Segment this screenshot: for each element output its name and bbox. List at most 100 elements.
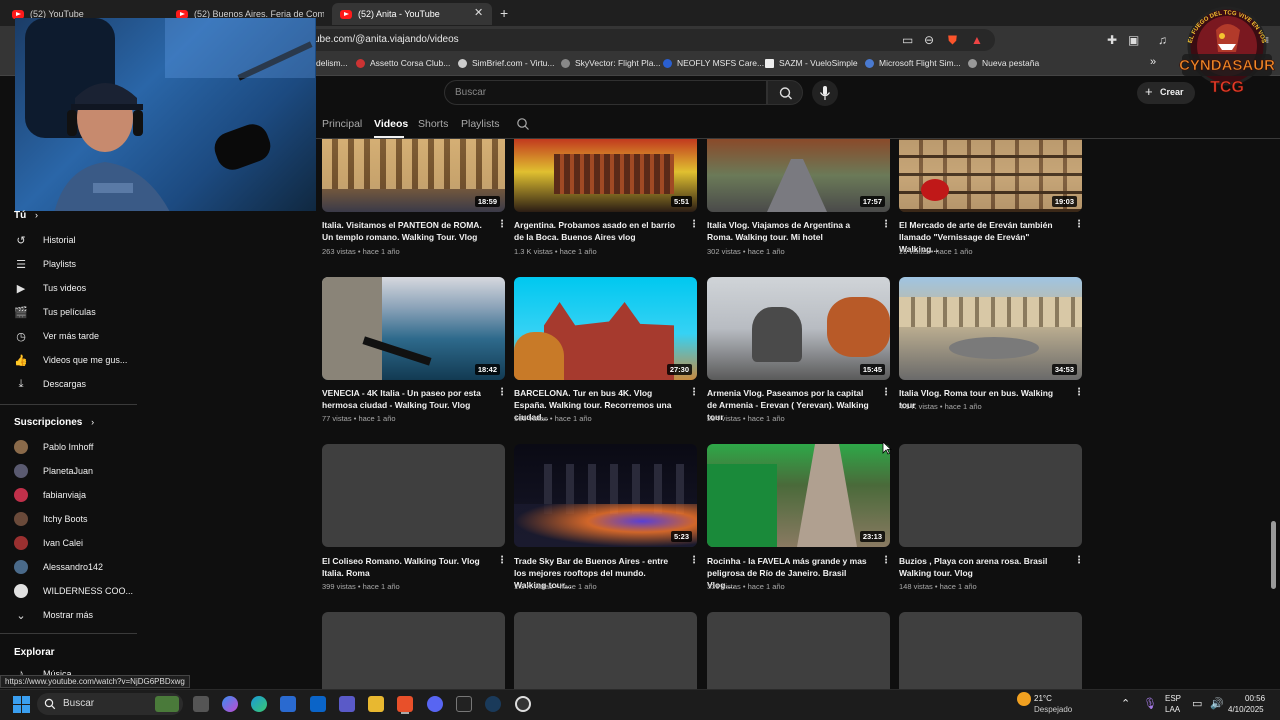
bookmark-item[interactable]: delism... [316,58,348,68]
video-thumbnail[interactable]: 5:23 [514,444,697,547]
close-tab-icon[interactable]: ✕ [474,6,483,19]
show-more-button[interactable]: ⌄ Mostrar más [14,606,93,624]
video-title[interactable]: VENECIA - 4K Italia - Un paseo por esta … [322,387,487,411]
bookmark-item[interactable]: SAZM - VueloSimple [765,58,858,68]
voice-search-button[interactable] [812,80,838,106]
video-thumbnail[interactable]: 18:59 [322,139,505,212]
sidebar-item-playlists[interactable]: ☰ Playlists [14,255,76,273]
video-thumbnail[interactable]: 27:30 [514,277,697,380]
page-scrollbar[interactable] [1270,139,1276,688]
video-thumbnail-placeholder[interactable] [322,612,505,689]
new-tab-button[interactable]: + [500,5,508,21]
video-thumbnail[interactable]: 5:51 [514,139,697,212]
video-title[interactable]: Buzios , Playa con arena rosa. Brasil Wa… [899,555,1064,579]
install-app-icon[interactable]: ▭ [902,33,913,47]
more-options-icon[interactable]: ⋮ [497,219,507,230]
bookmarks-overflow-icon[interactable]: » [1150,56,1156,68]
task-view-icon[interactable] [193,696,209,712]
sidebar-item-ver-mas-tarde[interactable]: ◷ Ver más tarde [14,327,99,345]
sidebar-item-tus-peliculas[interactable]: 🎬 Tus películas [14,303,96,321]
subscription-item[interactable]: Alessandro142 [14,558,103,576]
bookmark-item[interactable]: NEOFLY MSFS Care... [663,58,764,68]
steam-icon[interactable] [485,696,501,712]
subscription-item[interactable]: PlanetaJuan [14,462,93,480]
obs-icon[interactable] [515,696,531,712]
browser-tab-anita[interactable]: (52) Anita - YouTube [332,3,492,25]
brave-rewards-icon[interactable]: ▲ [971,33,983,47]
video-thumbnail-placeholder[interactable] [899,612,1082,689]
bookmark-item[interactable]: SkyVector: Flight Pla... [561,58,661,68]
volume-icon[interactable]: 🔊 [1210,697,1224,710]
bookmark-item[interactable]: Microsoft Flight Sim... [865,58,961,68]
language-top[interactable]: ESP [1165,694,1181,703]
more-options-icon[interactable]: ⋮ [1074,387,1084,398]
sidebar-item-liked-videos[interactable]: 👍 Videos que me gus... [14,351,127,369]
scrollbar-thumb[interactable] [1271,521,1276,589]
sidebar-toggle-icon[interactable]: ▣ [1128,33,1139,47]
sidebar-item-tus-videos[interactable]: ▶ Tus videos [14,279,86,297]
bookmark-item[interactable]: Nueva pestaña [968,58,1039,68]
video-thumbnail[interactable]: 19:03 [899,139,1082,212]
more-options-icon[interactable]: ⋮ [689,219,699,230]
more-options-icon[interactable]: ⋮ [689,387,699,398]
video-thumbnail-placeholder[interactable] [707,612,890,689]
discord-icon[interactable] [427,696,443,712]
video-thumbnail-placeholder[interactable] [899,444,1082,547]
language-bottom[interactable]: LAA [1165,705,1180,714]
channel-search-icon[interactable] [516,117,530,131]
outlook-icon[interactable] [310,696,326,712]
subscription-item[interactable]: Itchy Boots [14,510,88,528]
video-thumbnail-placeholder[interactable] [514,612,697,689]
video-thumbnail[interactable]: 17:57 [707,139,890,212]
copilot-icon[interactable] [222,696,238,712]
brave-icon[interactable] [397,696,413,712]
address-bar[interactable]: ube.com/@anita.viajando/videos [300,29,995,51]
video-thumbnail[interactable]: 18:42 [322,277,505,380]
microphone-icon[interactable]: 🎙 [1143,697,1157,710]
more-options-icon[interactable]: ⋮ [1074,219,1084,230]
epic-games-icon[interactable] [456,696,472,712]
zoom-icon[interactable]: ⊖ [924,33,934,47]
edge-icon[interactable] [251,696,267,712]
teams-icon[interactable] [339,696,355,712]
more-options-icon[interactable]: ⋮ [1074,555,1084,566]
video-thumbnail[interactable]: 15:45 [707,277,890,380]
search-button[interactable] [767,80,803,105]
sidebar-you-heading[interactable]: Tú › [14,210,38,221]
subscription-item[interactable]: WILDERNESS COO... [14,582,133,600]
windows-start-icon[interactable] [13,696,30,713]
network-icon[interactable]: ▭ [1192,697,1202,710]
brave-shield-icon[interactable]: ⛊ [948,33,957,48]
more-options-icon[interactable]: ⋮ [881,387,891,398]
subscription-item[interactable]: Pablo Imhoff [14,438,93,456]
video-thumbnail[interactable]: 34:53 [899,277,1082,380]
tab-principal[interactable]: Principal [322,118,362,130]
weather-temp[interactable]: 21°C [1034,694,1052,703]
taskbar-search-input[interactable]: Buscar [37,693,183,715]
store-icon[interactable] [280,696,296,712]
bookmark-item[interactable]: SimBrief.com - Virtu... [458,58,555,68]
sidebar-item-historial[interactable]: ↺ Historial [14,231,75,249]
sidebar-item-descargas[interactable]: ⤓ Descargas [14,375,86,393]
video-thumbnail[interactable]: 23:13 [707,444,890,547]
search-input[interactable]: Buscar [444,80,767,105]
subscription-item[interactable]: fabianviaja [14,486,86,504]
video-title[interactable]: Italia Vlog. Viajamos de Argentina a Rom… [707,219,872,243]
clock-date[interactable]: 4/10/2025 [1228,705,1264,714]
video-title[interactable]: Argentina. Probamos asado en el barrio d… [514,219,679,243]
extensions-icon[interactable]: ✚ [1107,33,1117,47]
tab-playlists[interactable]: Playlists [461,118,500,130]
sidebar-subscriptions-heading[interactable]: Suscripciones › [14,417,94,428]
media-icon[interactable]: ♫ [1158,33,1167,47]
clock-time[interactable]: 00:56 [1245,694,1265,703]
more-options-icon[interactable]: ⋮ [881,219,891,230]
weather-icon[interactable] [1017,692,1031,706]
tab-shorts[interactable]: Shorts [418,118,448,130]
more-options-icon[interactable]: ⋮ [881,555,891,566]
subscription-item[interactable]: Ivan Calei [14,534,83,552]
file-explorer-icon[interactable] [368,696,384,712]
video-title[interactable]: Italia. Visitamos el PANTEON de ROMA. Un… [322,219,487,243]
video-thumbnail-placeholder[interactable] [322,444,505,547]
bookmark-item[interactable]: Assetto Corsa Club... [356,58,450,68]
tab-videos[interactable]: Videos [374,118,408,130]
